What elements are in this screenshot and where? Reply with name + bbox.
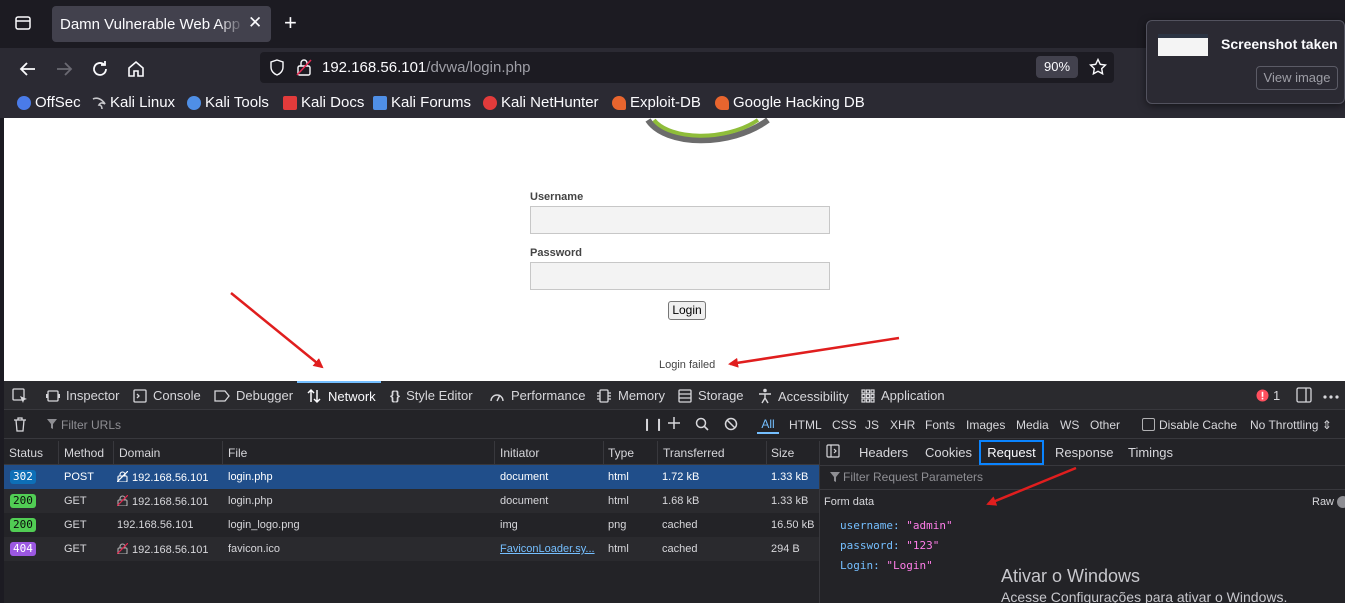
arrow-to-network-tab [230,292,324,369]
arrow-to-login-failed [728,336,900,368]
browser-window: Damn Vulnerable Web App (D ✕ + 192.168.5… [0,0,1345,603]
annotation-arrows [230,292,1077,506]
arrow-to-form-data [986,466,1077,506]
